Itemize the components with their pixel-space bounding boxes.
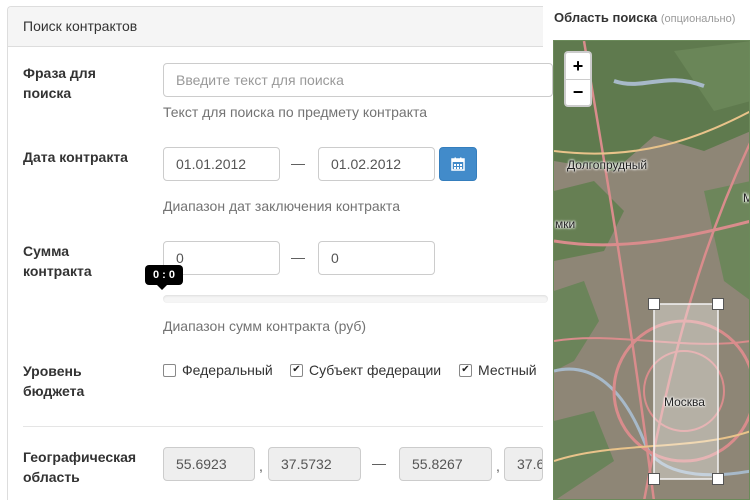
calendar-icon bbox=[451, 157, 465, 171]
map-label-m: М bbox=[743, 191, 749, 205]
budget-option-federal-label: Федеральный bbox=[182, 362, 273, 378]
checkbox-subject[interactable]: ✔ bbox=[290, 363, 303, 377]
budget-option-subject[interactable]: ✔ Субъект федерации bbox=[290, 362, 441, 378]
geo-label: Географическая область bbox=[23, 449, 137, 485]
geo-lon-from: 37.5732 bbox=[268, 447, 361, 481]
section-divider bbox=[23, 426, 543, 427]
checkbox-local[interactable]: ✔ bbox=[459, 363, 472, 377]
selection-handle-top-right[interactable] bbox=[712, 298, 724, 310]
selection-handle-bottom-left[interactable] bbox=[648, 473, 660, 485]
sum-label: Сумма контракта bbox=[23, 243, 92, 279]
geo-comma-2: , bbox=[496, 458, 500, 474]
sum-to-input[interactable]: 0 bbox=[318, 241, 435, 275]
date-from-input[interactable]: 01.01.2012 bbox=[163, 147, 280, 181]
date-label: Дата контракта bbox=[23, 149, 128, 165]
phrase-label: Фраза для поиска bbox=[23, 65, 96, 101]
panel-heading: Поиск контрактов bbox=[8, 7, 543, 47]
sum-separator: — bbox=[291, 249, 305, 265]
map-title-text: Область поиска bbox=[554, 10, 658, 25]
zoom-control[interactable]: + − bbox=[564, 51, 592, 107]
geo-separator: — bbox=[372, 455, 386, 471]
budget-option-local[interactable]: ✔ Местный bbox=[459, 362, 537, 378]
calendar-button[interactable] bbox=[439, 147, 477, 181]
map-label-moskva: Москва bbox=[664, 395, 705, 409]
search-area-map[interactable]: + − Долгопрудный мки М Москва bbox=[553, 40, 750, 500]
sum-help: Диапазон сумм контракта (руб) bbox=[163, 318, 367, 334]
zoom-out-button[interactable]: − bbox=[566, 79, 590, 105]
phrase-input[interactable]: Введите текст для поиска bbox=[163, 63, 553, 97]
geo-lat-from: 55.6923 bbox=[163, 447, 255, 481]
selection-handle-top-left[interactable] bbox=[648, 298, 660, 310]
geo-lat-to: 55.8267 bbox=[399, 447, 492, 481]
map-tiles[interactable] bbox=[554, 41, 750, 500]
slider-tooltip: 0 : 0 bbox=[145, 265, 184, 290]
map-title: Область поиска (опционально) bbox=[554, 10, 735, 25]
budget-option-federal[interactable]: Федеральный bbox=[163, 362, 273, 378]
zoom-in-button[interactable]: + bbox=[566, 53, 590, 79]
date-help: Диапазон дат заключения контракта bbox=[163, 198, 400, 214]
date-separator: — bbox=[291, 155, 305, 171]
geo-lon-to: 37.6 bbox=[504, 447, 543, 481]
budget-option-local-label: Местный bbox=[478, 362, 537, 378]
budget-label: Уровень бюджета bbox=[23, 363, 85, 399]
map-label-khimki: мки bbox=[555, 217, 576, 231]
geo-comma-1: , bbox=[259, 458, 263, 474]
budget-option-subject-label: Субъект федерации bbox=[309, 362, 442, 378]
map-label-dolgoprudny: Долгопрудный bbox=[567, 158, 648, 172]
selection-handle-bottom-right[interactable] bbox=[712, 473, 724, 485]
sum-slider[interactable] bbox=[163, 295, 548, 303]
checkbox-federal[interactable] bbox=[163, 363, 176, 377]
phrase-help: Текст для поиска по предмету контракта bbox=[163, 104, 428, 120]
date-to-input[interactable]: 01.02.2012 bbox=[318, 147, 435, 181]
map-title-optional: (опционально) bbox=[660, 13, 736, 25]
